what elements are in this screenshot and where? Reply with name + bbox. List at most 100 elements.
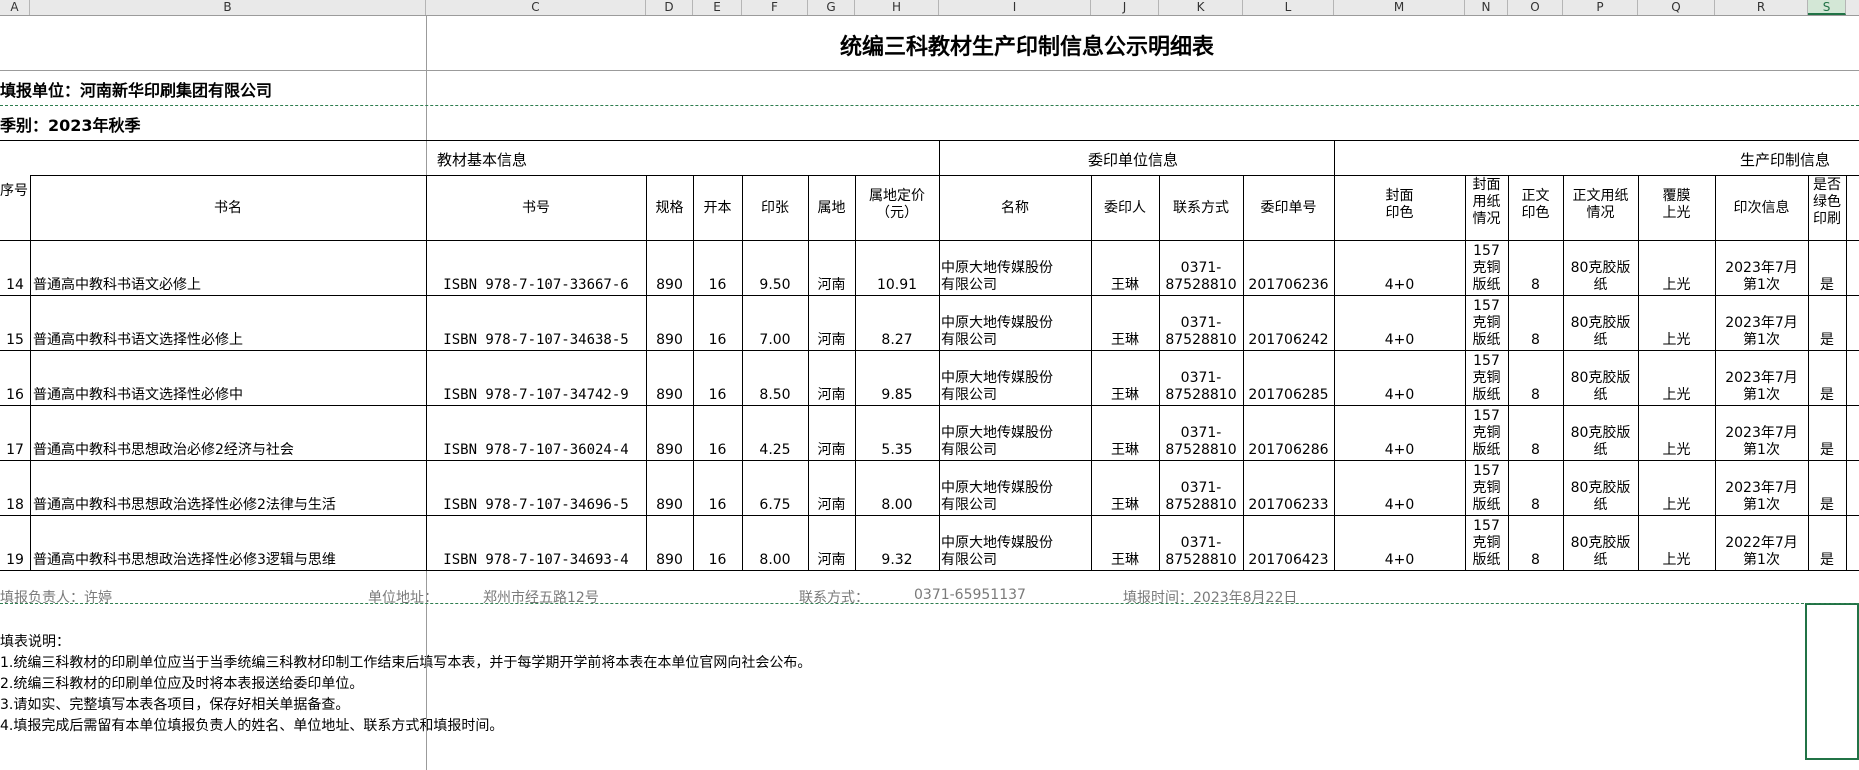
cell-green[interactable]: 是: [1808, 387, 1846, 404]
note-1[interactable]: 1.统编三科教材的印刷单位应当于当季统编三科教材印制工作结束后填写本表，并于每学…: [0, 652, 811, 672]
cell-client[interactable]: 中原大地传媒股份 有限公司: [941, 425, 1091, 459]
cell-price[interactable]: 10.91: [855, 277, 939, 294]
cell-cover-color[interactable]: 4+0: [1334, 332, 1465, 349]
group-production-info[interactable]: 生产印制信息: [1740, 149, 1830, 170]
column-header-o[interactable]: O: [1508, 0, 1563, 15]
cell-spec[interactable]: 890: [646, 332, 693, 349]
cell-sheets[interactable]: 8.00: [742, 552, 808, 569]
cell-sheets[interactable]: 9.50: [742, 277, 808, 294]
cell-text-paper[interactable]: 80克胶版纸: [1563, 480, 1638, 514]
column-header-r[interactable]: R: [1715, 0, 1808, 15]
cell-isbn[interactable]: ISBN 978-7-107-34742-9: [426, 387, 646, 404]
column-header-h[interactable]: H: [855, 0, 939, 15]
cell-text-color[interactable]: 8: [1508, 277, 1563, 294]
footer-contact-label[interactable]: 联系方式：: [799, 587, 869, 607]
header-lamination[interactable]: 覆膜 上光: [1638, 188, 1715, 222]
group-basic-info[interactable]: 教材基本信息: [437, 149, 527, 170]
cell-spec[interactable]: 890: [646, 442, 693, 459]
footer-contact[interactable]: 0371-65951137: [914, 587, 1026, 603]
column-header-g[interactable]: G: [808, 0, 855, 15]
header-spec[interactable]: 规格: [646, 200, 693, 217]
cell-name[interactable]: 普通高中教科书语文选择性必修中: [33, 387, 426, 404]
cell-agent[interactable]: 王琳: [1091, 442, 1159, 459]
cell-green[interactable]: 是: [1808, 277, 1846, 294]
cell-text-paper[interactable]: 80克胶版纸: [1563, 315, 1638, 349]
cell-isbn[interactable]: ISBN 978-7-107-36024-4: [426, 442, 646, 459]
cell-agent[interactable]: 王琳: [1091, 387, 1159, 404]
cell-lamination[interactable]: 上光: [1638, 332, 1715, 349]
cell-format[interactable]: 16: [693, 442, 742, 459]
column-header-s[interactable]: S: [1808, 0, 1846, 15]
column-header-l[interactable]: L: [1243, 0, 1334, 15]
footer-responsible[interactable]: 填报负责人：许婷: [0, 587, 112, 607]
cell-isbn[interactable]: ISBN 978-7-107-34693-4: [426, 552, 646, 569]
column-header-d[interactable]: D: [646, 0, 693, 15]
cell-cover-paper[interactable]: 157 克铜 版纸: [1465, 408, 1508, 459]
header-client-name[interactable]: 名称: [939, 200, 1091, 217]
cell-cover-color[interactable]: 4+0: [1334, 387, 1465, 404]
cell-client[interactable]: 中原大地传媒股份 有限公司: [941, 260, 1091, 294]
cell-sheets[interactable]: 7.00: [742, 332, 808, 349]
header-isbn[interactable]: 书号: [426, 200, 646, 217]
cell-agent[interactable]: 王琳: [1091, 277, 1159, 294]
footer-address[interactable]: 郑州市经五路12号: [483, 587, 599, 607]
column-header-c[interactable]: C: [426, 0, 646, 15]
cell-text-paper[interactable]: 80克胶版纸: [1563, 535, 1638, 569]
column-header-m[interactable]: M: [1334, 0, 1465, 15]
cell-cover-paper[interactable]: 157 克铜 版纸: [1465, 298, 1508, 349]
column-header-e[interactable]: E: [693, 0, 742, 15]
cell-print-info[interactable]: 2023年7月 第1次: [1715, 480, 1808, 514]
note-4[interactable]: 4.填报完成后需留有本单位填报负责人的姓名、单位地址、联系方式和填报时间。: [0, 715, 503, 735]
cell-cover-paper[interactable]: 157 克铜 版纸: [1465, 243, 1508, 294]
cell-text-paper[interactable]: 80克胶版纸: [1563, 370, 1638, 404]
header-seq[interactable]: 序号: [0, 180, 28, 200]
column-header-q[interactable]: Q: [1638, 0, 1715, 15]
cell-order[interactable]: 201706233: [1243, 497, 1334, 514]
cell-format[interactable]: 16: [693, 387, 742, 404]
cell-order[interactable]: 201706286: [1243, 442, 1334, 459]
cell-cover-color[interactable]: 4+0: [1334, 552, 1465, 569]
cell-name[interactable]: 普通高中教科书思想政治必修2经济与社会: [33, 442, 426, 459]
header-green[interactable]: 是否 绿色 印刷: [1808, 177, 1846, 228]
header-region[interactable]: 属地: [808, 200, 855, 217]
cell-contact[interactable]: 0371- 87528810: [1159, 315, 1243, 349]
header-name[interactable]: 书名: [30, 200, 426, 217]
cell-text-paper[interactable]: 80克胶版纸: [1563, 260, 1638, 294]
cell-name[interactable]: 普通高中教科书语文选择性必修上: [33, 332, 426, 349]
cell-agent[interactable]: 王琳: [1091, 497, 1159, 514]
cell-lamination[interactable]: 上光: [1638, 497, 1715, 514]
cell-green[interactable]: 是: [1808, 497, 1846, 514]
cell-text-color[interactable]: 8: [1508, 332, 1563, 349]
cell-agent[interactable]: 王琳: [1091, 552, 1159, 569]
header-price[interactable]: 属地定价 （元）: [855, 188, 939, 222]
cell-contact[interactable]: 0371- 87528810: [1159, 370, 1243, 404]
cell-seq[interactable]: 18: [0, 497, 30, 514]
header-agent[interactable]: 委印人: [1091, 200, 1159, 217]
cell-region[interactable]: 河南: [808, 497, 855, 514]
cell-spec[interactable]: 890: [646, 497, 693, 514]
note-3[interactable]: 3.请如实、完整填写本表各项目，保存好相关单据备查。: [0, 694, 349, 714]
cell-client[interactable]: 中原大地传媒股份 有限公司: [941, 315, 1091, 349]
cell-format[interactable]: 16: [693, 497, 742, 514]
cell-sheets[interactable]: 4.25: [742, 442, 808, 459]
cell-print-info[interactable]: 2022年7月 第1次: [1715, 535, 1808, 569]
cell-cover-color[interactable]: 4+0: [1334, 497, 1465, 514]
header-format[interactable]: 开本: [693, 200, 742, 217]
cell-spec[interactable]: 890: [646, 277, 693, 294]
cell-order[interactable]: 201706242: [1243, 332, 1334, 349]
cell-contact[interactable]: 0371- 87528810: [1159, 480, 1243, 514]
cell-text-paper[interactable]: 80克胶版纸: [1563, 425, 1638, 459]
header-print-info[interactable]: 印次信息: [1715, 200, 1808, 217]
header-sheets[interactable]: 印张: [742, 200, 808, 217]
cell-cover-color[interactable]: 4+0: [1334, 277, 1465, 294]
cell-region[interactable]: 河南: [808, 277, 855, 294]
column-header-n[interactable]: N: [1465, 0, 1508, 15]
cell-seq[interactable]: 19: [0, 552, 30, 569]
cell-green[interactable]: 是: [1808, 332, 1846, 349]
cell-text-color[interactable]: 8: [1508, 552, 1563, 569]
cell-price[interactable]: 8.00: [855, 497, 939, 514]
cell-isbn[interactable]: ISBN 978-7-107-34638-5: [426, 332, 646, 349]
cell-format[interactable]: 16: [693, 552, 742, 569]
cell-text-color[interactable]: 8: [1508, 442, 1563, 459]
column-header-f[interactable]: F: [742, 0, 808, 15]
